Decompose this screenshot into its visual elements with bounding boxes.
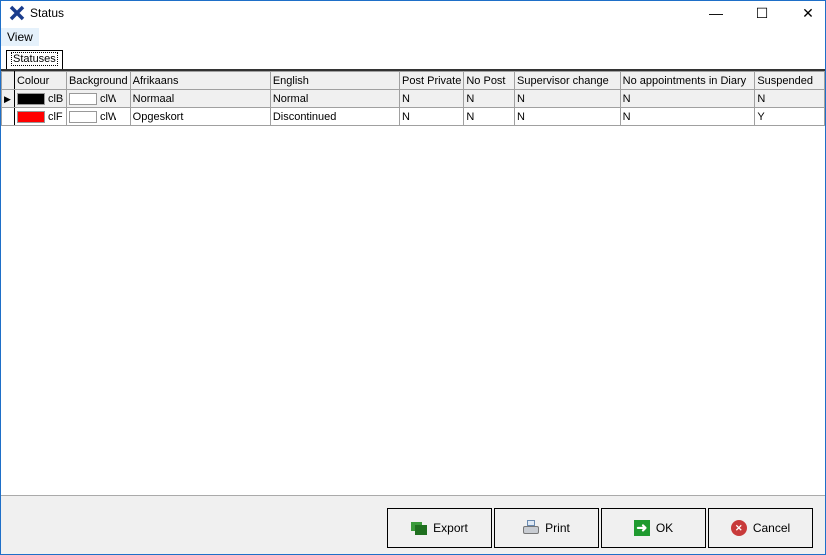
column-header[interactable]: Afrikaans: [129, 71, 271, 90]
english-cell[interactable]: Normal: [269, 89, 401, 108]
statuses-table: Colour Background Afrikaans English Post Pri…: [1, 71, 825, 126]
colour-name: clB: [47, 92, 64, 105]
ok-label: OK: [655, 521, 674, 535]
column-header[interactable]: No Post: [463, 71, 516, 90]
current-row-icon: ▶: [4, 93, 11, 104]
suspended-cell[interactable]: Y: [754, 107, 825, 126]
table-row[interactable]: clFclWhOpgeskortDiscontinuedNNNNY: [1, 107, 825, 126]
column-header[interactable]: No appointments in Diary: [619, 71, 756, 90]
afrikaans-cell[interactable]: Normaal: [129, 89, 271, 108]
afrikaans-cell[interactable]: Opgeskort: [129, 107, 271, 126]
menu-bar: View: [1, 28, 825, 46]
background-name: clWh: [99, 110, 116, 123]
colour-name: clF: [47, 110, 63, 123]
button-panel: Export Print ➜ OK ✕ Cancel: [1, 495, 825, 554]
printer-icon: [523, 520, 540, 536]
statuses-grid: Colour Background Afrikaans English Post Pri…: [1, 69, 825, 495]
status-window: Status — ☐ ✕ View Statuses Colour Backgro…: [0, 0, 826, 555]
colour-swatch: [16, 92, 45, 105]
export-icon: [411, 520, 428, 536]
column-header[interactable]: Background: [65, 71, 131, 90]
background-swatch: [68, 92, 97, 105]
table-row[interactable]: ▶clBclWhNormaalNormalNNNNN: [1, 89, 825, 108]
column-header[interactable]: Suspended: [754, 71, 825, 90]
background-name: clWh: [99, 92, 116, 105]
no-appointments-cell[interactable]: N: [619, 107, 756, 126]
close-button[interactable]: ✕: [785, 1, 826, 27]
print-label: Print: [545, 521, 570, 535]
title-bar: Status — ☐ ✕: [1, 1, 825, 27]
cancel-label: Cancel: [752, 521, 791, 535]
app-icon: [9, 5, 25, 21]
print-button[interactable]: Print: [494, 508, 599, 548]
column-header[interactable]: English: [269, 71, 401, 90]
colour-cell[interactable]: clF: [13, 107, 67, 126]
maximize-button[interactable]: ☐: [739, 1, 785, 27]
indicator-header: [1, 71, 15, 90]
column-header[interactable]: Post Private: [399, 71, 465, 90]
no-post-cell[interactable]: N: [463, 89, 516, 108]
post-private-cell[interactable]: N: [399, 89, 465, 108]
no-appointments-cell[interactable]: N: [619, 89, 756, 108]
english-cell[interactable]: Discontinued: [269, 107, 401, 126]
no-post-cell[interactable]: N: [463, 107, 516, 126]
colour-swatch: [16, 110, 45, 123]
tab-label: Statuses: [11, 52, 58, 66]
tab-statuses[interactable]: Statuses: [6, 50, 63, 70]
cancel-button[interactable]: ✕ Cancel: [708, 508, 813, 548]
colour-cell[interactable]: clB: [13, 89, 67, 108]
background-cell[interactable]: clWh: [65, 107, 131, 126]
tab-strip: Statuses: [1, 46, 825, 70]
row-indicator: ▶: [1, 89, 15, 108]
post-private-cell[interactable]: N: [399, 107, 465, 126]
column-header[interactable]: Colour: [13, 71, 67, 90]
background-cell[interactable]: clWh: [65, 89, 131, 108]
export-button[interactable]: Export: [387, 508, 492, 548]
minimize-button[interactable]: —: [693, 1, 739, 27]
suspended-cell[interactable]: N: [754, 89, 825, 108]
export-label: Export: [433, 521, 468, 535]
window-title: Status: [30, 6, 65, 20]
ok-button[interactable]: ➜ OK: [601, 508, 706, 548]
supervisor-change-cell[interactable]: N: [514, 89, 621, 108]
background-swatch: [68, 110, 97, 123]
column-header[interactable]: Supervisor change: [514, 71, 621, 90]
menu-view[interactable]: View: [1, 28, 39, 46]
supervisor-change-cell[interactable]: N: [514, 107, 621, 126]
row-indicator: [1, 107, 15, 126]
cancel-icon: ✕: [730, 520, 747, 536]
arrow-right-icon: ➜: [633, 520, 650, 536]
